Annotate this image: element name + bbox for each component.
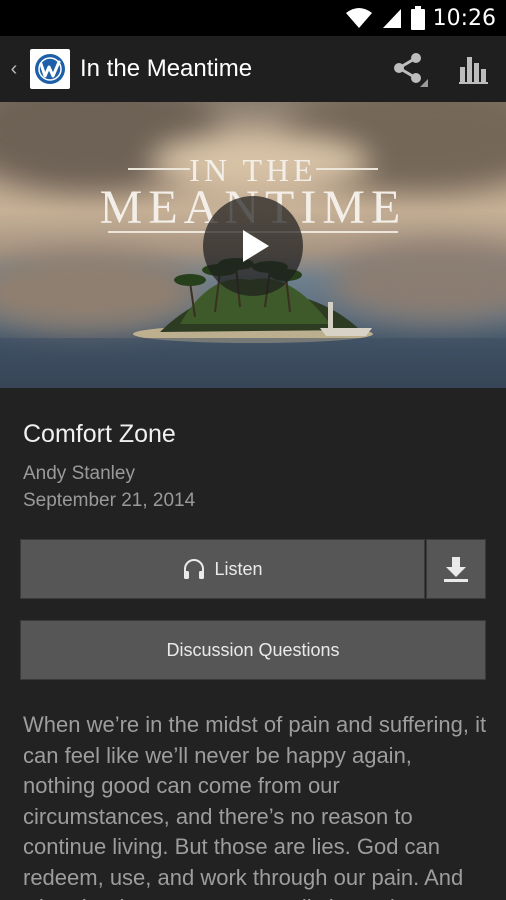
speaker-name: Andy Stanley xyxy=(23,463,135,484)
page-title: In the Meantime xyxy=(80,55,253,82)
download-icon xyxy=(444,557,468,582)
status-bar: 10:26 xyxy=(0,0,506,36)
app-bar: ‹ In the Meantime xyxy=(0,36,506,102)
share-button[interactable] xyxy=(378,36,442,102)
play-icon xyxy=(243,230,269,262)
message-date: September 21, 2014 xyxy=(23,490,196,511)
wifi-icon xyxy=(345,8,372,28)
bar-chart-icon xyxy=(459,57,488,84)
stats-button[interactable] xyxy=(442,36,506,102)
cellular-signal-icon xyxy=(382,9,401,28)
discussion-questions-label: Discussion Questions xyxy=(166,639,340,660)
headphones-icon xyxy=(184,559,205,579)
download-button[interactable] xyxy=(426,539,486,599)
message-title: Comfort Zone xyxy=(23,420,176,448)
battery-icon xyxy=(410,6,425,30)
play-button[interactable] xyxy=(203,196,303,296)
back-chevron-icon[interactable]: ‹ xyxy=(2,36,26,102)
listen-label: Listen xyxy=(214,558,263,579)
app-logo-w-icon[interactable] xyxy=(30,49,70,89)
listen-button[interactable]: Listen xyxy=(20,539,425,599)
clock: 10:26 xyxy=(432,5,496,31)
discussion-questions-button[interactable]: Discussion Questions xyxy=(20,620,486,680)
share-icon xyxy=(394,53,428,87)
series-artwork: IN THE MEANTIME xyxy=(0,102,506,388)
message-description: When we’re in the midst of pain and suff… xyxy=(23,712,487,900)
